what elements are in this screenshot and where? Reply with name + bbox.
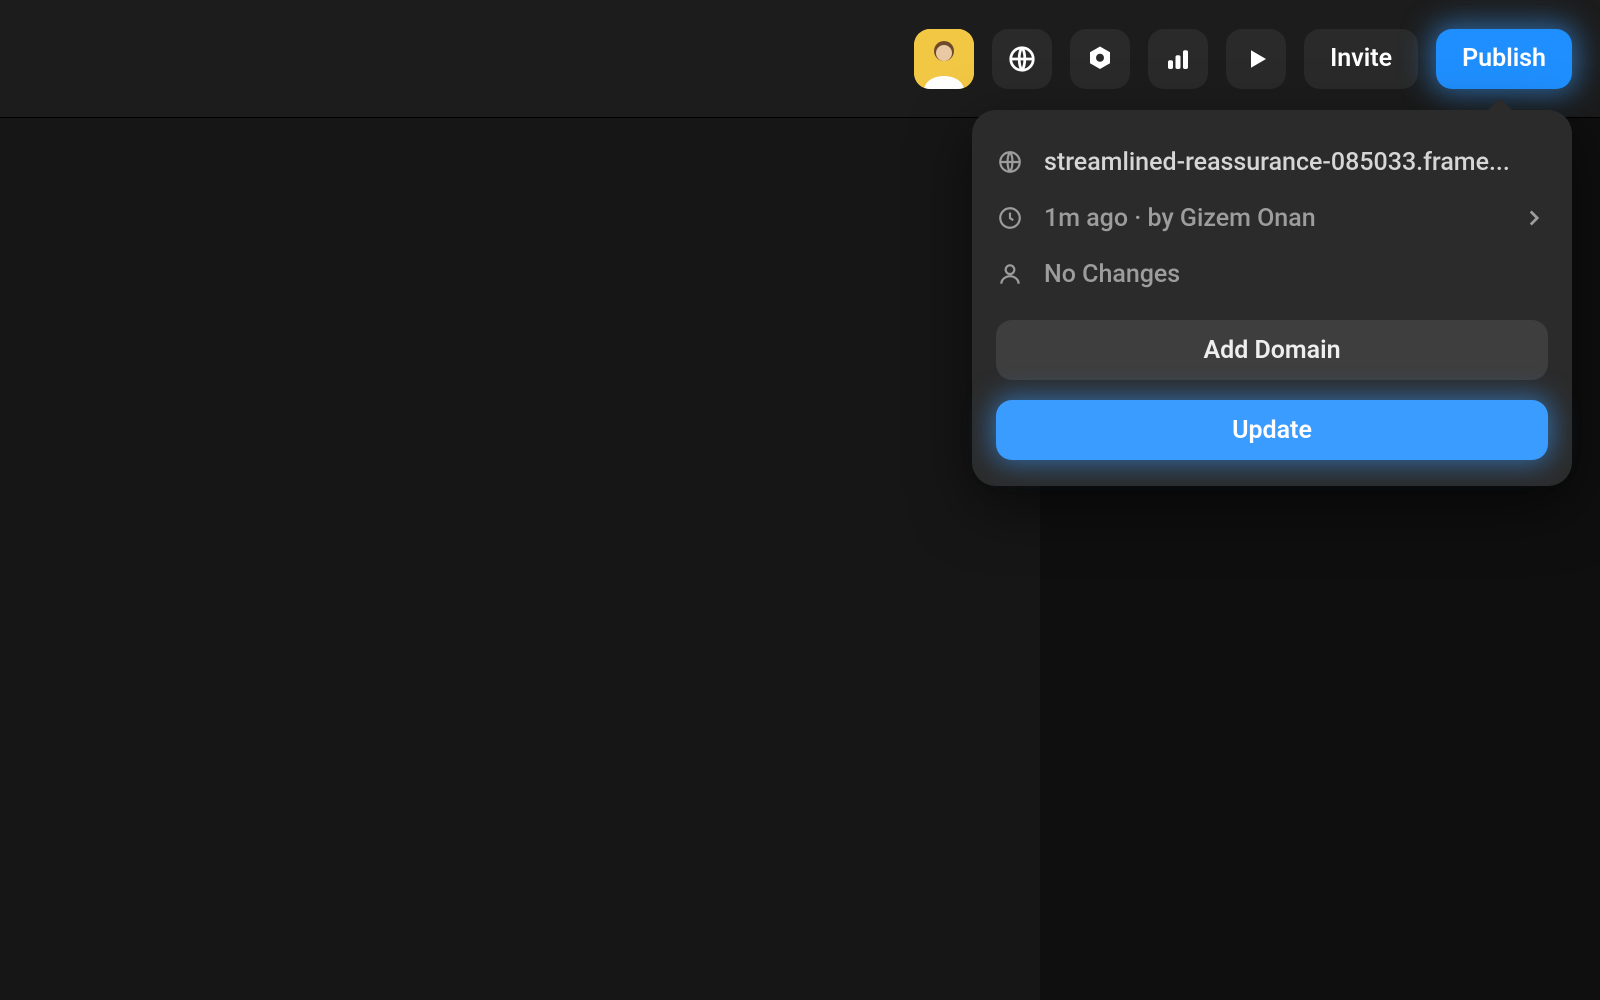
publish-button[interactable]: Publish (1436, 29, 1572, 89)
clock-icon (996, 204, 1024, 232)
update-button[interactable]: Update (996, 400, 1548, 460)
update-label: Update (1232, 416, 1312, 445)
avatar-icon (914, 29, 974, 89)
preview-button[interactable] (1226, 29, 1286, 89)
play-icon (1241, 44, 1271, 74)
add-domain-label: Add Domain (1203, 336, 1340, 365)
popover-history-row[interactable]: 1m ago · by Gizem Onan (996, 190, 1548, 246)
canvas-area[interactable] (0, 118, 1040, 1000)
user-avatar[interactable] (914, 29, 974, 89)
person-icon (996, 260, 1024, 288)
cms-button[interactable] (1070, 29, 1130, 89)
publish-popover: streamlined-reassurance-085033.frame... … (972, 110, 1572, 486)
globe-icon (1007, 44, 1037, 74)
invite-label: Invite (1330, 44, 1392, 73)
hexagon-icon (1085, 44, 1115, 74)
publish-label: Publish (1462, 44, 1546, 73)
popover-changes-row: No Changes (996, 246, 1548, 302)
chevron-right-icon (1520, 204, 1548, 232)
popover-changes-text: No Changes (1044, 260, 1548, 289)
invite-button[interactable]: Invite (1304, 29, 1418, 89)
analytics-button[interactable] (1148, 29, 1208, 89)
popover-domain-text: streamlined-reassurance-085033.frame... (1044, 148, 1548, 177)
top-toolbar: Invite Publish (0, 0, 1600, 118)
popover-history-text: 1m ago · by Gizem Onan (1044, 204, 1500, 233)
add-domain-button[interactable]: Add Domain (996, 320, 1548, 380)
bar-chart-icon (1163, 44, 1193, 74)
globe-icon (996, 148, 1024, 176)
globe-button[interactable] (992, 29, 1052, 89)
popover-domain-row[interactable]: streamlined-reassurance-085033.frame... (996, 134, 1548, 190)
